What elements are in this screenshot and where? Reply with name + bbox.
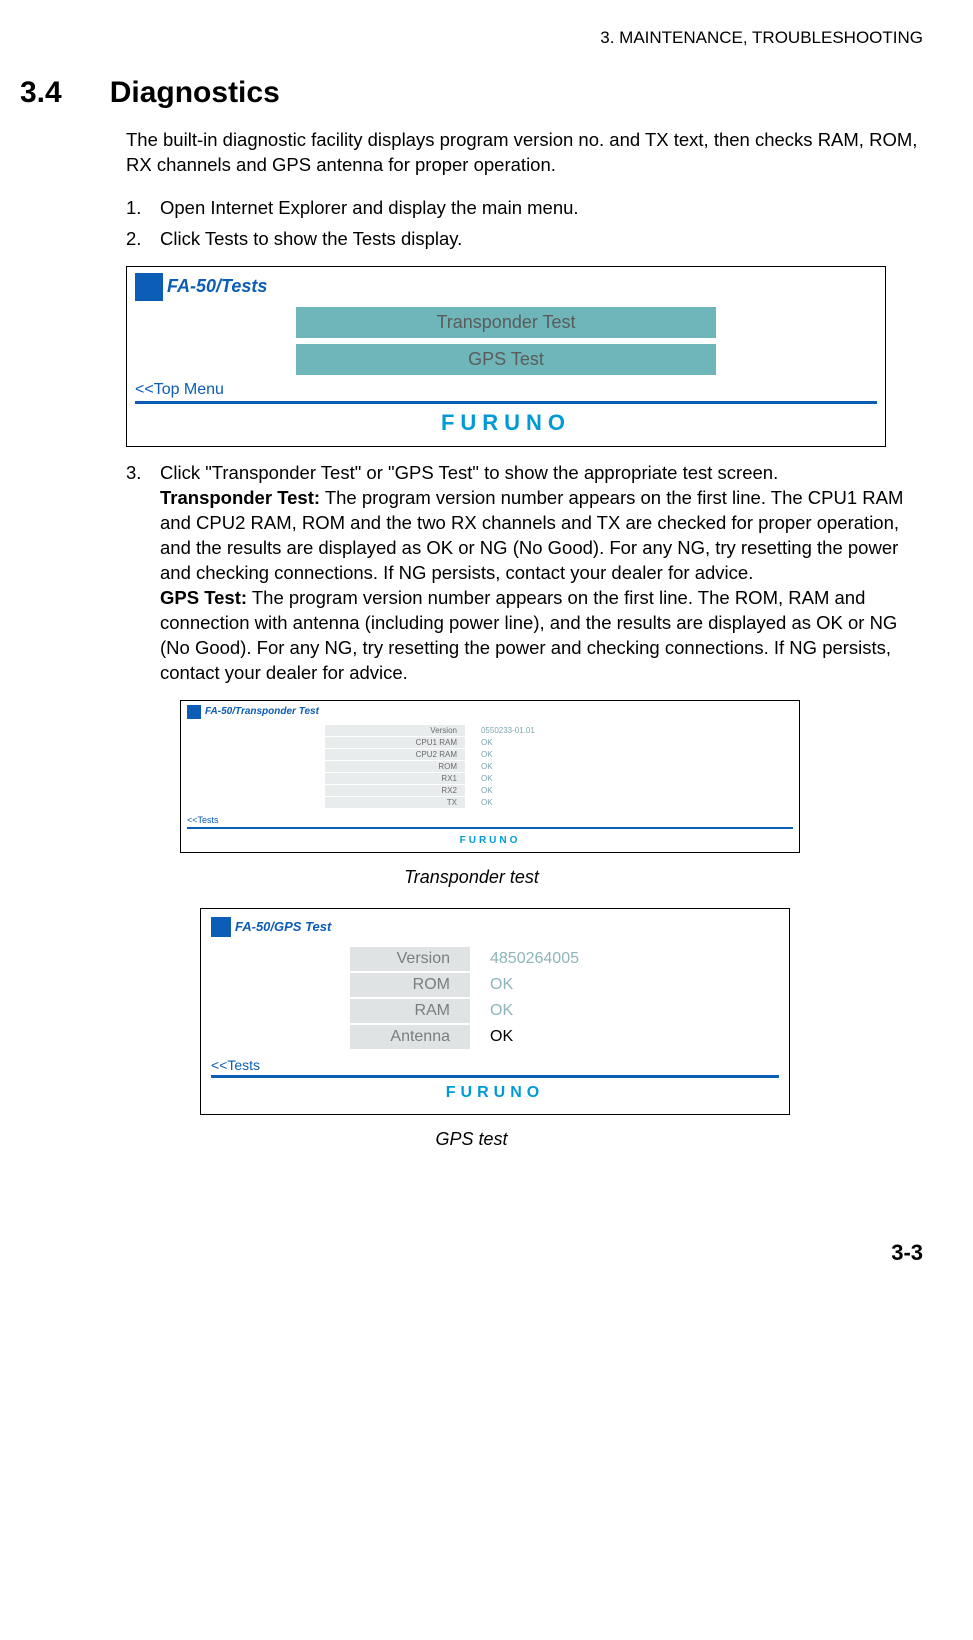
- furuno-logo: FURUNO: [135, 410, 877, 436]
- transponder-test-label: Transponder Test:: [160, 487, 320, 508]
- chapter-header: 3. MAINTENANCE, TROUBLESHOOTING: [20, 0, 923, 48]
- table-row: ROMOK: [325, 760, 655, 772]
- brand-flag-icon: [187, 705, 201, 719]
- gps-test-button[interactable]: GPS Test: [296, 344, 716, 375]
- row-key: TX: [325, 796, 465, 808]
- row-value: 0550233-01.01: [465, 725, 655, 737]
- furuno-logo: FURUNO: [187, 835, 793, 846]
- step-text: Open Internet Explorer and display the m…: [160, 196, 923, 221]
- tests-screenshot: FA-50/Tests Transponder Test GPS Test <<…: [126, 266, 886, 447]
- intro-paragraph: The built-in diagnostic facility display…: [126, 128, 923, 178]
- section-title: Diagnostics: [110, 76, 280, 110]
- table-row: Version4850264005: [350, 947, 640, 972]
- table-row: AntennaOK: [350, 1024, 640, 1050]
- step-3: 3. Click "Transponder Test" or "GPS Test…: [126, 461, 923, 686]
- row-key: RX2: [325, 784, 465, 796]
- row-value: OK: [465, 772, 655, 784]
- section-number: 3.4: [20, 76, 62, 110]
- row-value: OK: [465, 748, 655, 760]
- table-row: CPU2 RAMOK: [325, 748, 655, 760]
- row-key: Version: [350, 947, 470, 972]
- row-key: CPU1 RAM: [325, 736, 465, 748]
- table-row: TXOK: [325, 796, 655, 808]
- row-value: 4850264005: [470, 947, 640, 972]
- tests-back-link[interactable]: <<Tests: [211, 1057, 779, 1073]
- table-row: CPU1 RAMOK: [325, 736, 655, 748]
- row-key: ROM: [350, 972, 470, 998]
- row-value: OK: [465, 784, 655, 796]
- furuno-logo: FURUNO: [211, 1084, 779, 1102]
- gps-test-screenshot: FA-50/GPS Test Version4850264005 ROMOK R…: [200, 908, 790, 1115]
- row-value: OK: [470, 1024, 640, 1050]
- breadcrumb: FA-50/Tests: [167, 276, 267, 297]
- step-text: Click "Transponder Test" or "GPS Test" t…: [160, 461, 923, 686]
- row-key: Antenna: [350, 1024, 470, 1050]
- page-number: 3-3: [20, 1240, 923, 1266]
- step-text: Click Tests to show the Tests display.: [160, 227, 923, 252]
- table-row: RX1OK: [325, 772, 655, 784]
- transponder-test-screenshot: FA-50/Transponder Test Version0550233-01…: [180, 700, 800, 853]
- top-menu-link[interactable]: <<Top Menu: [135, 381, 877, 399]
- brand-flag-icon: [135, 273, 163, 301]
- row-value: OK: [465, 760, 655, 772]
- gps-test-label: GPS Test:: [160, 587, 247, 608]
- row-value: OK: [465, 796, 655, 808]
- step-number: 2.: [126, 227, 160, 252]
- step-lead: Click "Transponder Test" or "GPS Test" t…: [160, 462, 778, 483]
- table-row: ROMOK: [350, 972, 640, 998]
- transponder-caption: Transponder test: [20, 867, 923, 888]
- row-key: RAM: [350, 998, 470, 1024]
- step-1: 1. Open Internet Explorer and display th…: [126, 196, 923, 221]
- gps-results-table: Version4850264005 ROMOK RAMOK AntennaOK: [350, 947, 640, 1051]
- step-number: 1.: [126, 196, 160, 221]
- row-key: ROM: [325, 760, 465, 772]
- step-2: 2. Click Tests to show the Tests display…: [126, 227, 923, 252]
- step-number: 3.: [126, 461, 160, 686]
- row-value: OK: [470, 998, 640, 1024]
- row-key: Version: [325, 725, 465, 737]
- transponder-test-button[interactable]: Transponder Test: [296, 307, 716, 338]
- divider: [187, 827, 793, 829]
- divider: [135, 401, 877, 404]
- gps-caption: GPS test: [20, 1129, 923, 1150]
- table-row: RAMOK: [350, 998, 640, 1024]
- divider: [211, 1075, 779, 1078]
- row-value: OK: [470, 972, 640, 998]
- transponder-results-table: Version0550233-01.01 CPU1 RAMOK CPU2 RAM…: [325, 725, 655, 809]
- table-row: Version0550233-01.01: [325, 725, 655, 737]
- row-value: OK: [465, 736, 655, 748]
- breadcrumb: FA-50/Transponder Test: [205, 706, 319, 717]
- row-key: RX1: [325, 772, 465, 784]
- breadcrumb: FA-50/GPS Test: [235, 919, 331, 934]
- gps-test-body: The program version number appears on th…: [160, 587, 897, 683]
- table-row: RX2OK: [325, 784, 655, 796]
- brand-flag-icon: [211, 917, 231, 937]
- tests-back-link[interactable]: <<Tests: [187, 815, 793, 825]
- section-heading: 3.4 Diagnostics: [20, 76, 923, 110]
- row-key: CPU2 RAM: [325, 748, 465, 760]
